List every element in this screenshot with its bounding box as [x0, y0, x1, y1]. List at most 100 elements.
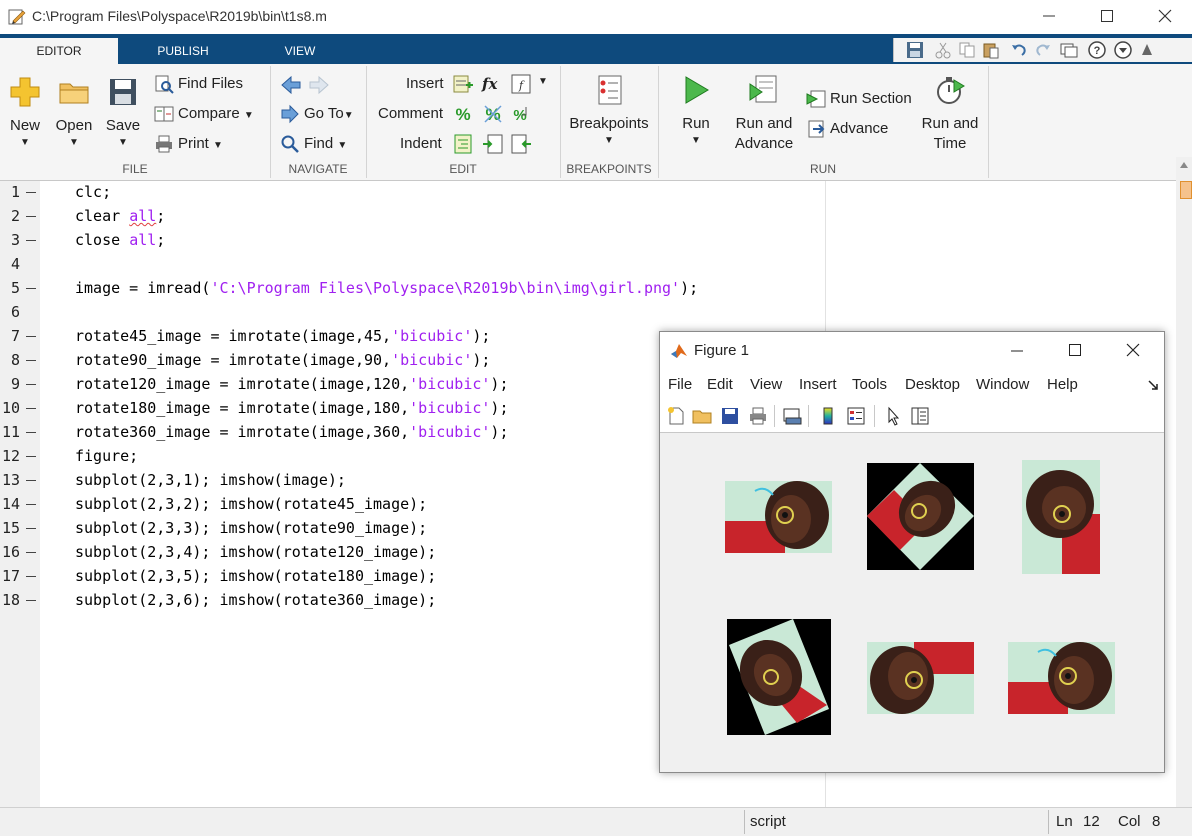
figure-close-icon[interactable]: [1126, 343, 1140, 357]
compare-button[interactable]: Compare ▼: [154, 102, 254, 126]
line-number: 15: [1, 519, 20, 537]
undo-icon[interactable]: [1010, 41, 1028, 59]
colorbar-icon[interactable]: [818, 406, 838, 426]
breakpoint-dash[interactable]: [26, 384, 36, 385]
breakpoint-dash[interactable]: [26, 288, 36, 289]
breakpoint-dash[interactable]: [26, 336, 36, 337]
breakpoint-dash[interactable]: [26, 456, 36, 457]
figure-canvas[interactable]: [660, 434, 1164, 772]
menu-file[interactable]: File: [668, 376, 692, 393]
subplot-image-rotate90[interactable]: [1022, 460, 1100, 574]
breakpoint-dash[interactable]: [26, 360, 36, 361]
insert-section-icon[interactable]: [452, 73, 474, 95]
menu-view[interactable]: View: [750, 376, 782, 393]
wrap-comments-icon[interactable]: %: [510, 103, 532, 125]
paste-icon[interactable]: [982, 41, 1000, 59]
uncomment-icon[interactable]: %: [482, 103, 504, 125]
chevron-down-icon[interactable]: ▼: [538, 76, 548, 87]
scrollbar-thumb[interactable]: [1180, 181, 1192, 199]
subplot-image-rotate180[interactable]: [867, 642, 974, 714]
open-file-icon[interactable]: [692, 406, 712, 426]
breakpoint-dash[interactable]: [26, 528, 36, 529]
breakpoint-dash[interactable]: [26, 432, 36, 433]
figure-minimize-icon[interactable]: [1010, 344, 1024, 358]
figure-maximize-icon[interactable]: [1068, 343, 1082, 357]
breakpoint-dash[interactable]: [26, 480, 36, 481]
decrease-indent-icon[interactable]: [510, 133, 532, 155]
indent-button[interactable]: Indent: [400, 132, 442, 156]
tab-editor[interactable]: EDITOR: [0, 38, 118, 64]
run-button[interactable]: Run ▼: [672, 74, 720, 148]
new-button[interactable]: New ▼: [4, 76, 46, 150]
cut-icon[interactable]: [934, 41, 952, 59]
cursor-arrow-icon[interactable]: [884, 406, 904, 426]
collapse-icon[interactable]: [1140, 41, 1154, 59]
breakpoint-dash[interactable]: [26, 240, 36, 241]
link-plot-icon[interactable]: [782, 406, 802, 426]
open-button[interactable]: Open ▼: [52, 76, 96, 150]
help-icon[interactable]: ?: [1088, 41, 1106, 59]
subplot-image-rotate360[interactable]: [1008, 642, 1115, 714]
insert-function-button[interactable]: fx: [482, 72, 497, 96]
menu-edit[interactable]: Edit: [707, 376, 733, 393]
save-figure-icon[interactable]: [720, 406, 740, 426]
breakpoint-dash[interactable]: [26, 408, 36, 409]
save-icon[interactable]: [906, 41, 924, 59]
menu-desktop[interactable]: Desktop: [905, 376, 960, 393]
scroll-up-icon[interactable]: [1179, 161, 1189, 169]
expand-toolstrip-icon[interactable]: [1114, 41, 1132, 59]
tab-publish[interactable]: PUBLISH: [128, 38, 238, 64]
redo-icon[interactable]: [1034, 41, 1052, 59]
switch-windows-icon[interactable]: [1060, 41, 1078, 59]
print-figure-icon[interactable]: [748, 406, 768, 426]
minimize-button[interactable]: [1020, 0, 1078, 32]
menu-help[interactable]: Help: [1047, 376, 1078, 393]
run-section-button[interactable]: Run Section: [806, 87, 912, 111]
find-button[interactable]: Find ▼: [280, 132, 347, 156]
subplot-image-rotate120[interactable]: [727, 619, 831, 735]
breakpoints-button[interactable]: Breakpoints ▼: [566, 74, 652, 148]
forward-arrow-icon[interactable]: [308, 74, 330, 96]
legend-icon[interactable]: [846, 406, 866, 426]
close-button[interactable]: [1136, 0, 1192, 32]
breakpoint-dash[interactable]: [26, 216, 36, 217]
vertical-scrollbar[interactable]: [1176, 157, 1192, 807]
advance-button[interactable]: Advance: [806, 117, 888, 141]
line-number: 4: [10, 255, 20, 273]
subplot-image-rotate45[interactable]: [867, 463, 974, 570]
breakpoint-dash[interactable]: [26, 552, 36, 553]
back-arrow-icon[interactable]: [280, 74, 302, 96]
print-button[interactable]: Print ▼: [154, 132, 223, 156]
find-files-button[interactable]: Find Files: [154, 72, 243, 96]
breakpoint-dash[interactable]: [26, 504, 36, 505]
breakpoint-dash[interactable]: [26, 600, 36, 601]
chevron-down-icon: ▼: [118, 137, 128, 148]
insert-button[interactable]: Insert: [406, 72, 444, 96]
new-figure-icon[interactable]: [666, 406, 686, 426]
tab-view[interactable]: VIEW: [250, 38, 350, 64]
property-inspector-icon[interactable]: [910, 406, 930, 426]
figure-window[interactable]: Figure 1 File Edit View Insert Tools Des…: [659, 331, 1165, 773]
increase-indent-icon[interactable]: [482, 133, 504, 155]
comment-icon[interactable]: %: [452, 103, 474, 125]
function-browser-icon[interactable]: f: [510, 73, 532, 95]
copy-icon[interactable]: [958, 41, 976, 59]
dock-arrow-icon[interactable]: [1148, 380, 1158, 390]
minimize-icon: [1043, 15, 1055, 17]
menu-insert[interactable]: Insert: [799, 376, 837, 393]
menu-tools[interactable]: Tools: [852, 376, 887, 393]
run-and-time-button[interactable]: Run and Time: [916, 74, 984, 154]
smart-indent-icon[interactable]: [452, 133, 474, 155]
run-and-advance-button[interactable]: Run and Advance: [728, 74, 800, 154]
figure-title: Figure 1: [694, 342, 750, 359]
go-to-button[interactable]: Go To▼: [280, 102, 354, 126]
menu-window[interactable]: Window: [976, 376, 1029, 393]
code-line-9: rotate120_image = imrotate(image,120,'bi…: [75, 375, 509, 393]
comment-button[interactable]: Comment: [378, 102, 443, 126]
save-button[interactable]: Save ▼: [102, 76, 144, 150]
line-number: 14: [1, 495, 20, 513]
subplot-image-original[interactable]: [725, 481, 832, 553]
breakpoint-dash[interactable]: [26, 192, 36, 193]
breakpoint-dash[interactable]: [26, 576, 36, 577]
maximize-button[interactable]: [1078, 0, 1136, 32]
